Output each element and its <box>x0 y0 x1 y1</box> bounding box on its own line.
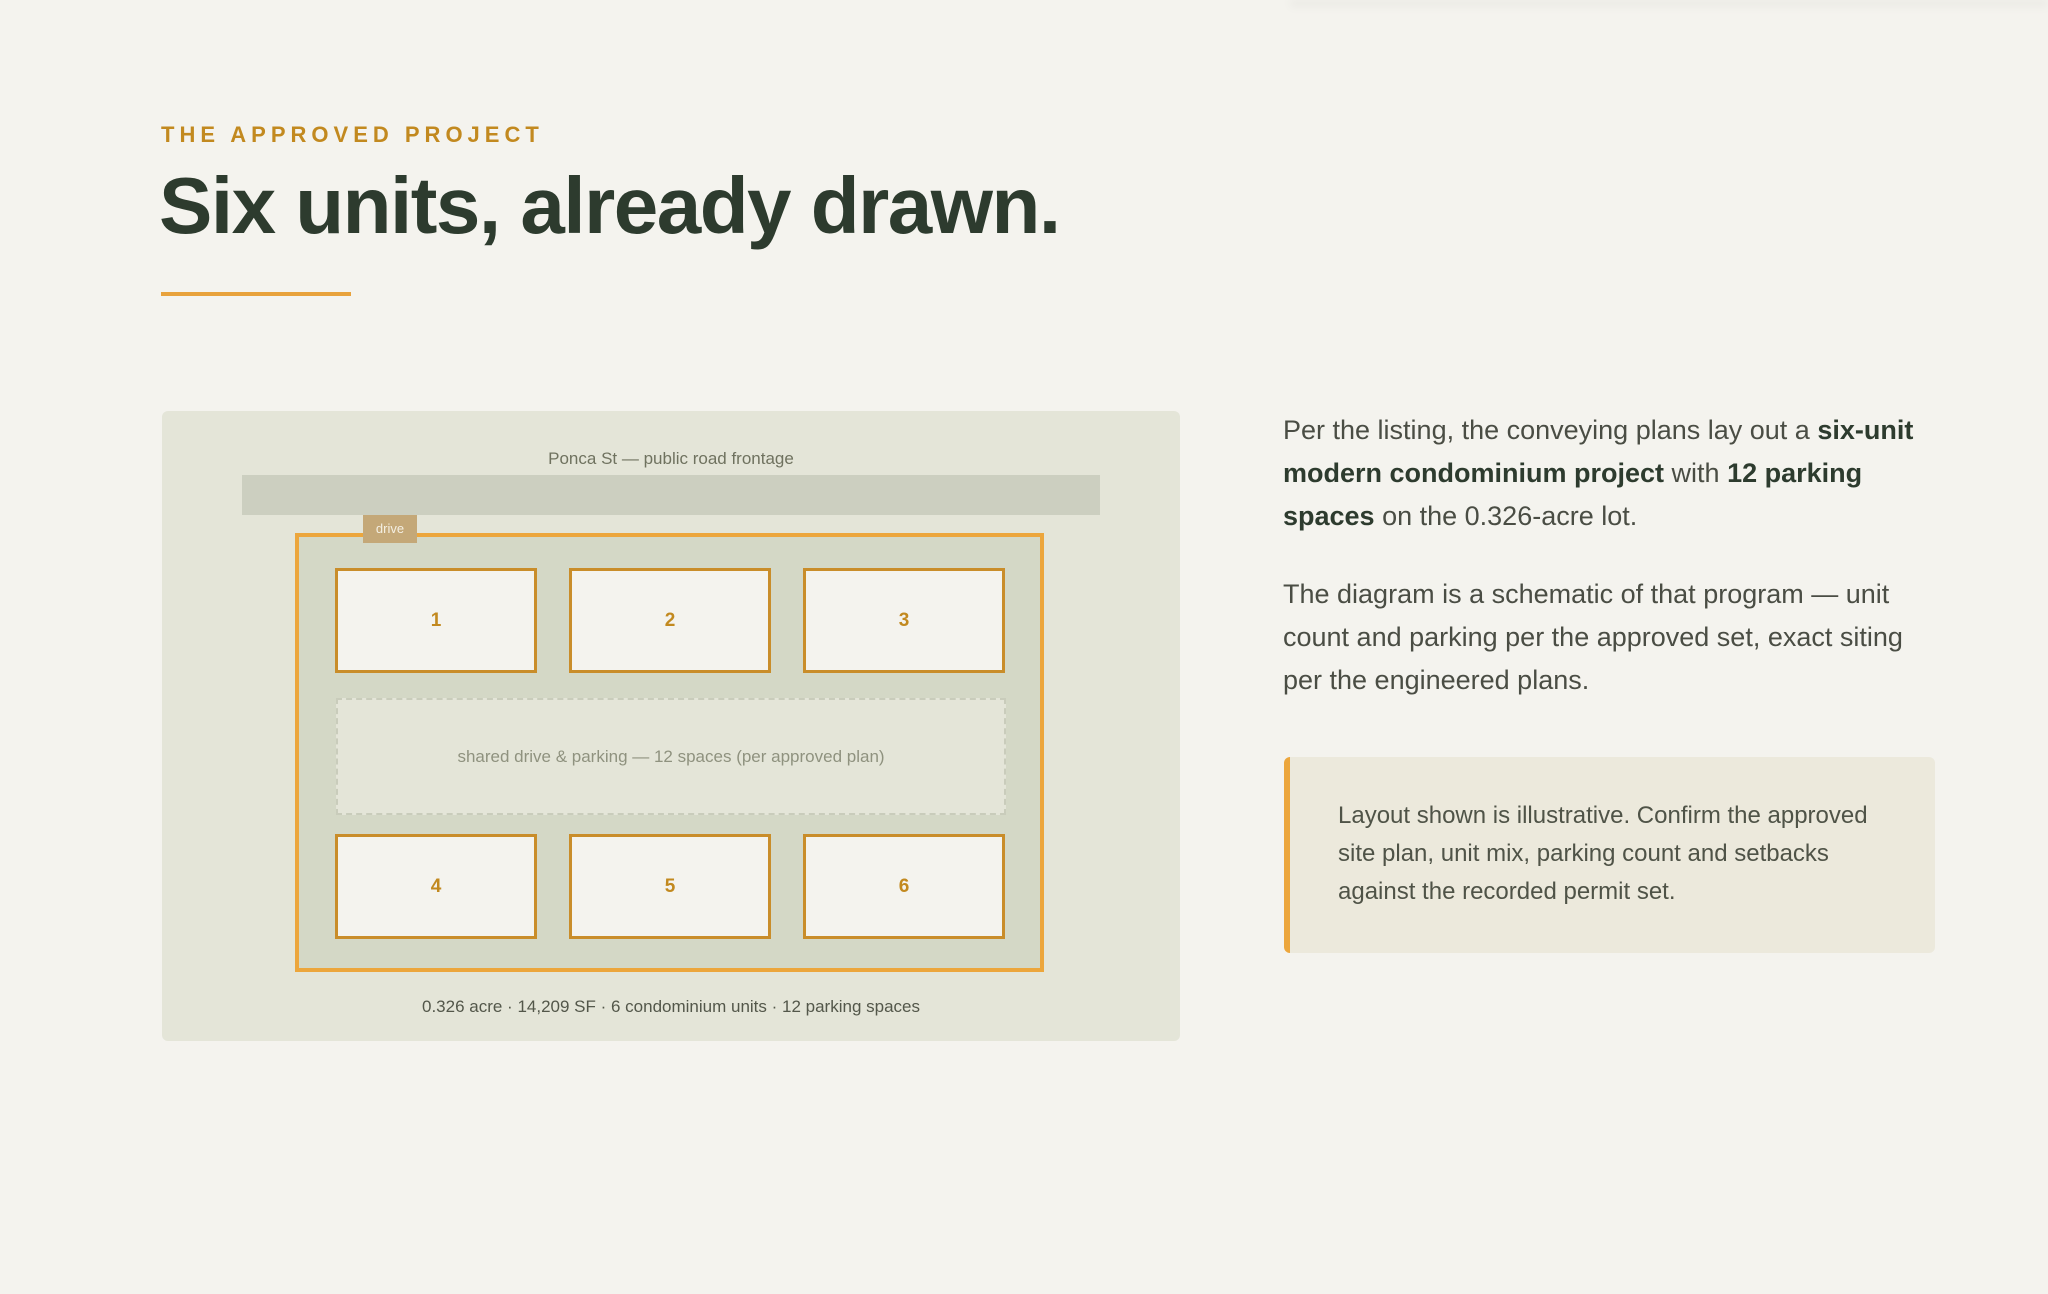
accent-rule <box>161 292 351 296</box>
road-frontage-label: Ponca St — public road frontage <box>548 449 794 468</box>
intro-text-3: on the 0.326-acre lot. <box>1374 501 1638 531</box>
unit-3: 3 <box>803 568 1005 673</box>
intro-paragraph: Per the listing, the conveying plans lay… <box>1283 409 1943 538</box>
unit-4: 4 <box>335 834 537 939</box>
drive-tag: drive <box>363 515 417 543</box>
intro-text-1: Per the listing, the conveying plans lay… <box>1283 415 1818 445</box>
site-plan-diagram: Ponca St — public road frontage drive 1 … <box>162 411 1180 1041</box>
disclaimer-callout: Layout shown is illustrative. Confirm th… <box>1284 757 1935 953</box>
page: THE APPROVED PROJECT Six units, already … <box>0 0 2048 1294</box>
road-strip <box>242 475 1100 515</box>
unit-5: 5 <box>569 834 771 939</box>
unit-6: 6 <box>803 834 1005 939</box>
disclaimer-text: Layout shown is illustrative. Confirm th… <box>1338 802 1868 905</box>
intro-text-2: with <box>1664 458 1728 488</box>
site-stats-caption: 0.326 acre · 14,209 SF · 6 condominium u… <box>422 997 920 1016</box>
top-shadow <box>1290 0 2048 10</box>
schematic-paragraph: The diagram is a schematic of that progr… <box>1283 579 1903 695</box>
shared-drive-parking: shared drive & parking — 12 spaces (per … <box>336 698 1006 815</box>
section-eyebrow: THE APPROVED PROJECT <box>161 122 544 147</box>
page-title: Six units, already drawn. <box>159 161 1061 250</box>
unit-2: 2 <box>569 568 771 673</box>
unit-1: 1 <box>335 568 537 673</box>
